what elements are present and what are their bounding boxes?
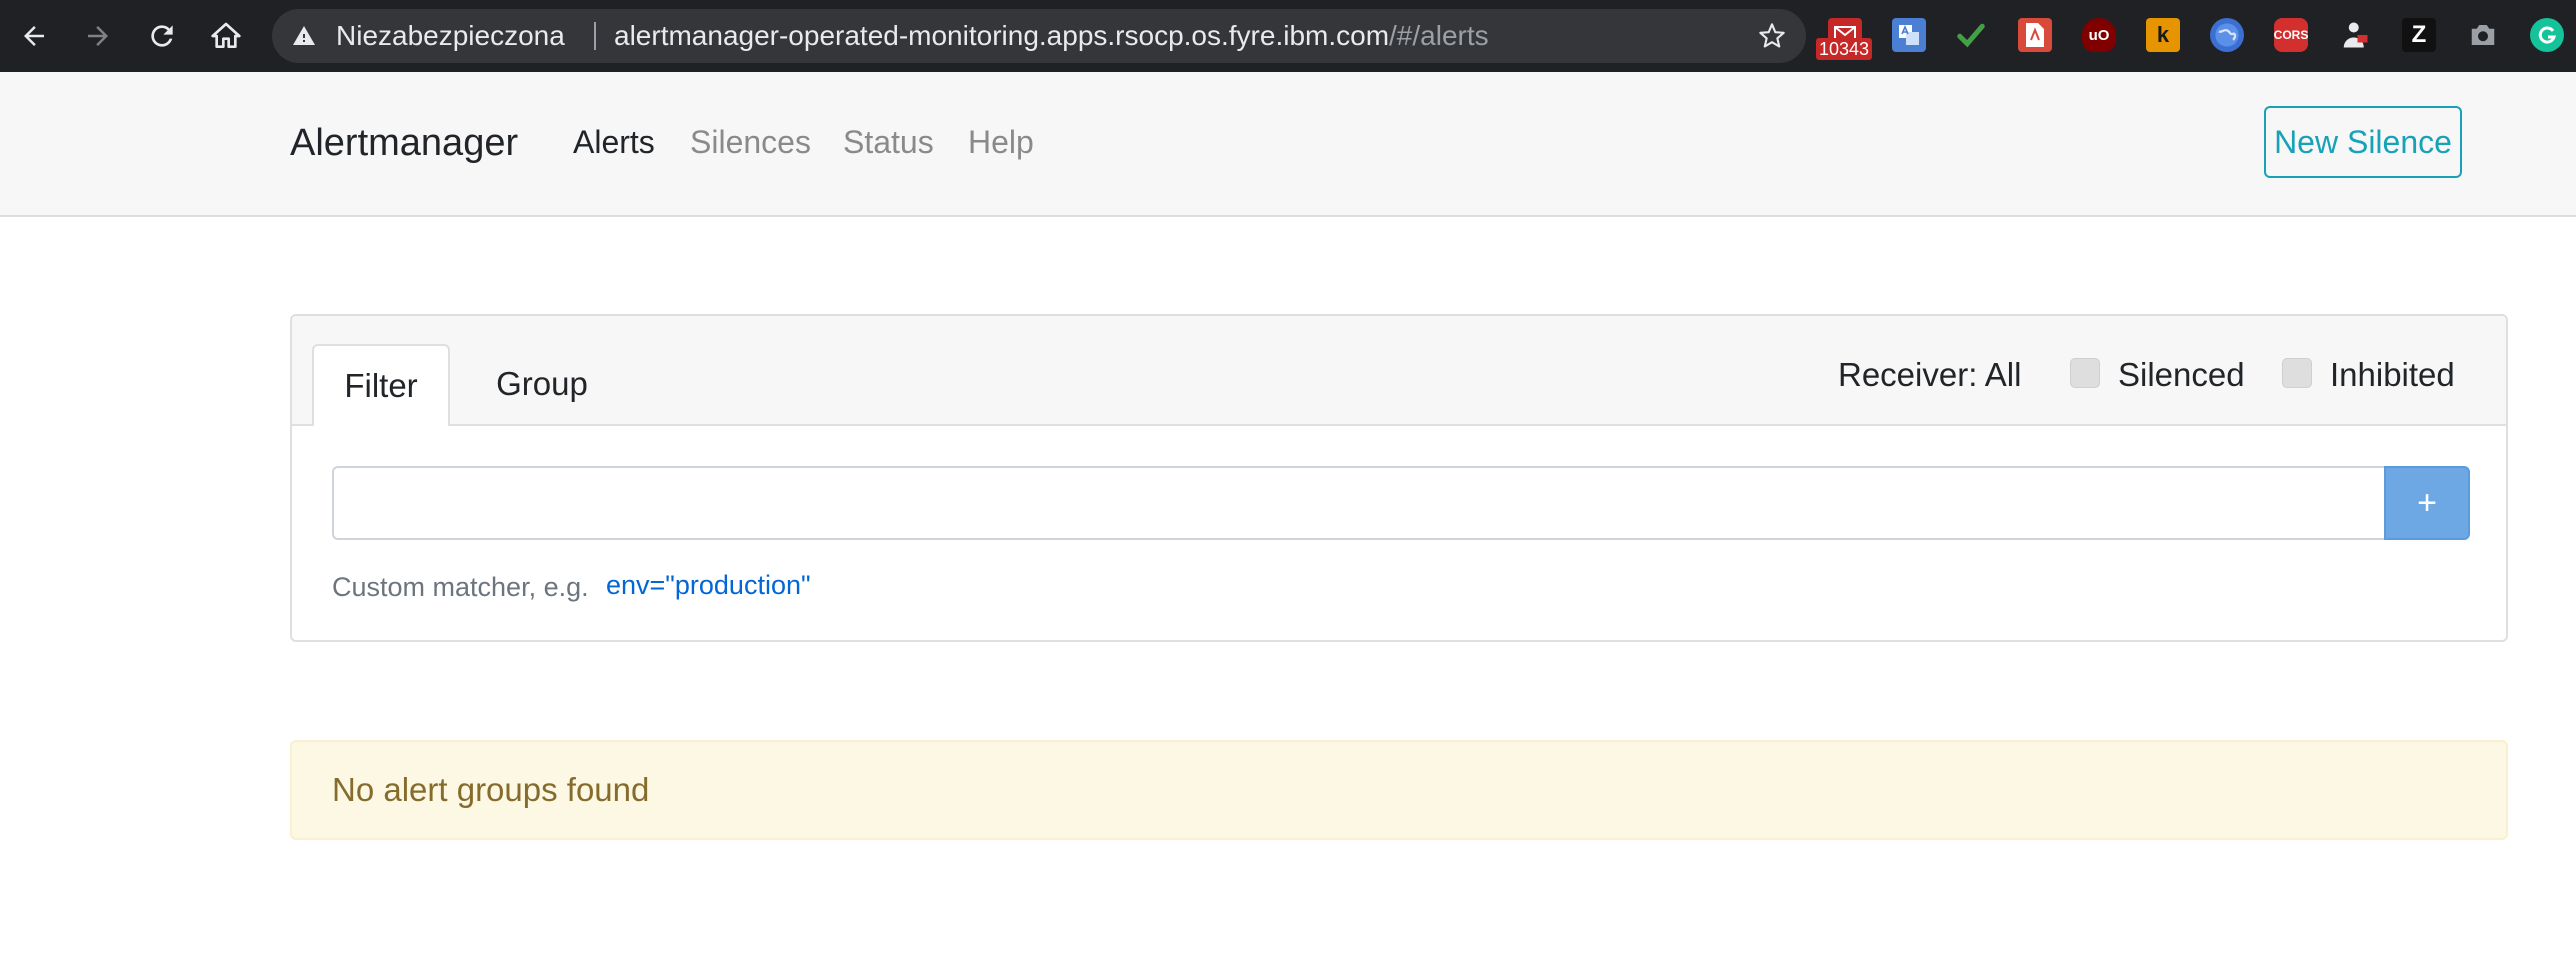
url-path: /#/alerts xyxy=(1389,20,1489,51)
matcher-input[interactable] xyxy=(332,466,2384,540)
url-text: alertmanager-operated-monitoring.apps.rs… xyxy=(614,9,1489,63)
ublock-extension-icon[interactable]: uO xyxy=(2082,18,2116,52)
cors-extension-icon[interactable]: CORS xyxy=(2274,18,2308,52)
z-label: Z xyxy=(2411,21,2427,48)
nav-help[interactable]: Help xyxy=(968,124,1034,161)
tab-group[interactable]: Group xyxy=(466,344,618,424)
filter-card: Filter Group Receiver: All Silenced Inhi… xyxy=(290,314,2508,642)
globe-icon xyxy=(2215,23,2239,47)
inhibited-checkbox[interactable] xyxy=(2282,358,2312,388)
camera-extension-icon[interactable] xyxy=(2466,18,2500,52)
reload-icon xyxy=(151,25,173,47)
browser-toolbar: Niezabezpieczona alertmanager-operated-m… xyxy=(0,0,2576,72)
receiver-select[interactable]: Receiver: All xyxy=(1838,356,2021,394)
checkmark-icon xyxy=(1957,23,1985,48)
ublock-label: uO xyxy=(2088,26,2110,44)
nav-alerts[interactable]: Alerts xyxy=(573,124,655,161)
back-button[interactable] xyxy=(12,14,56,58)
k-extension-icon[interactable]: k xyxy=(2146,18,2180,52)
home-button[interactable] xyxy=(204,14,248,58)
star-icon[interactable] xyxy=(1758,22,1786,50)
add-matcher-button[interactable]: + xyxy=(2384,466,2470,540)
home-icon xyxy=(211,22,241,48)
no-alerts-text: No alert groups found xyxy=(332,771,650,808)
warning-icon xyxy=(293,26,315,45)
document-icon xyxy=(2026,23,2044,47)
url-host: alertmanager-operated-monitoring.apps.rs… xyxy=(614,20,1390,51)
camera-icon xyxy=(2471,25,2495,45)
app-navbar: Alertmanager Alerts Silences Status Help… xyxy=(0,72,2576,217)
nav-silences[interactable]: Silences xyxy=(690,124,811,161)
filter-card-header: Filter Group Receiver: All Silenced Inhi… xyxy=(292,316,2506,426)
pdf-extension-icon[interactable] xyxy=(2018,18,2052,52)
tab-filter[interactable]: Filter xyxy=(312,344,450,426)
address-separator xyxy=(594,22,596,50)
translate-icon xyxy=(1899,24,1919,45)
globe-extension-icon[interactable] xyxy=(2210,18,2244,52)
matcher-hint: Custom matcher, e.g. xyxy=(332,572,589,602)
k-label: k xyxy=(2156,22,2170,47)
matcher-example-link[interactable]: env="production" xyxy=(606,570,811,601)
nav-status[interactable]: Status xyxy=(843,124,934,161)
inhibited-label[interactable]: Inhibited xyxy=(2330,356,2455,394)
grammarly-extension-icon[interactable] xyxy=(2530,18,2564,52)
z-extension-icon[interactable]: Z xyxy=(2402,18,2436,52)
mail-count-badge: 10343 xyxy=(1816,38,1873,60)
arrow-right-icon xyxy=(88,26,108,46)
silenced-checkbox[interactable] xyxy=(2070,358,2100,388)
forward-button[interactable] xyxy=(76,14,120,58)
cors-label: CORS xyxy=(2273,28,2309,42)
address-bar[interactable]: Niezabezpieczona alertmanager-operated-m… xyxy=(272,9,1806,63)
checkmark-extension-icon[interactable] xyxy=(1954,18,1988,52)
person-extension-icon[interactable] xyxy=(2338,18,2372,52)
app-brand[interactable]: Alertmanager xyxy=(290,122,518,165)
grammarly-icon xyxy=(2538,26,2557,44)
person-icon xyxy=(2343,22,2368,48)
translate-extension-icon[interactable] xyxy=(1892,18,1926,52)
no-alerts-message: No alert groups found xyxy=(290,740,2508,840)
arrow-left-icon xyxy=(24,26,44,46)
insecure-label: Niezabezpieczona xyxy=(336,20,565,51)
new-silence-button[interactable]: New Silence xyxy=(2264,106,2462,178)
silenced-label[interactable]: Silenced xyxy=(2118,356,2245,394)
reload-button[interactable] xyxy=(140,14,184,58)
